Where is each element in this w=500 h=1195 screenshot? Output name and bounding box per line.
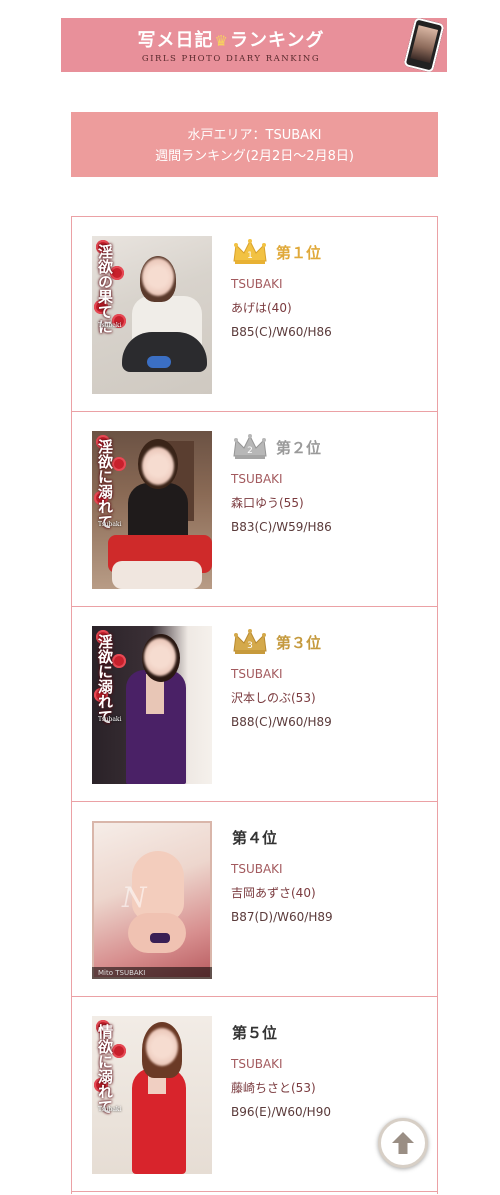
svg-text:1: 1 — [247, 251, 253, 261]
phone-icon — [403, 18, 445, 72]
rank-label: 3 第３位 — [232, 629, 322, 654]
shop-name[interactable]: TSUBAKI — [231, 662, 332, 686]
girl-name[interactable]: 沢本しのぶ(53) — [231, 686, 332, 710]
rank-text: 第４位 — [232, 828, 278, 847]
profile-photo[interactable]: 情欲に溺れて Tsubaki — [92, 1016, 212, 1174]
ranking-item-2[interactable]: 淫欲に溺れて Tsubaki 2 第２位 TSUBAKI 森口ゆう(55) B8… — [72, 412, 437, 607]
ranking-item-3[interactable]: 淫欲に溺れて Tsubaki 3 第３位 TSUBAKI 沢本しのぶ(53) B… — [72, 607, 437, 802]
ranking-item-4[interactable]: N Mito TSUBAKI 第４位 TSUBAKI 吉岡あずさ(40) B87… — [72, 802, 437, 997]
ranking-period: 週間ランキング(2月2日〜2月8日) — [155, 149, 354, 164]
photo-caption: 淫欲に溺れて — [96, 439, 114, 529]
girl-name[interactable]: 藤崎ちさと(53) — [231, 1076, 331, 1100]
photo-caption: 情欲に溺れて — [96, 1024, 114, 1114]
arrow-up-icon — [392, 1132, 414, 1154]
rank-label: 第５位 — [232, 1020, 277, 1044]
photo-caption: 淫欲の果てに — [96, 244, 114, 334]
svg-text:3: 3 — [247, 641, 253, 651]
rank-text: 第２位 — [276, 438, 322, 457]
ranking-item-1[interactable]: 淫欲の果てに Tsubaki 1 第１位 TSUBAKI あげは(40) B85… — [72, 217, 437, 412]
rank-text: 第３位 — [276, 633, 322, 652]
shop-name[interactable]: TSUBAKI — [231, 467, 332, 491]
svg-text:2: 2 — [247, 446, 253, 456]
area-title: 水戸エリア：TSUBAKI — [187, 128, 322, 143]
ranking-list: 淫欲の果てに Tsubaki 1 第１位 TSUBAKI あげは(40) B85… — [71, 216, 438, 1194]
profile-photo[interactable]: 淫欲に溺れて Tsubaki — [92, 626, 212, 784]
crown-icon: ♛ — [214, 32, 229, 50]
shop-name[interactable]: TSUBAKI — [231, 272, 332, 296]
banner-subtitle: GIRLS PHOTO DIARY RANKING — [141, 54, 321, 64]
photo-shop-mark: Tsubaki — [98, 521, 122, 528]
girl-name[interactable]: 吉岡あずさ(40) — [231, 881, 333, 905]
silver-crown-icon: 2 — [233, 434, 267, 459]
girl-meta: TSUBAKI 沢本しのぶ(53) B88(C)/W60/H89 — [231, 662, 332, 734]
girl-meta: TSUBAKI 森口ゆう(55) B83(C)/W59/H86 — [231, 467, 332, 539]
girl-name[interactable]: あげは(40) — [231, 296, 332, 320]
gold-crown-icon: 1 — [233, 239, 267, 264]
photo-shop-mark: Tsubaki — [98, 716, 122, 723]
banner-title: 写メ日記♛ランキング — [61, 26, 401, 52]
rank-text: 第１位 — [276, 243, 322, 262]
ranking-item-5[interactable]: 情欲に溺れて Tsubaki 第５位 TSUBAKI 藤崎ちさと(53) B96… — [72, 997, 437, 1192]
profile-photo[interactable]: 淫欲に溺れて Tsubaki — [92, 431, 212, 589]
girl-meta: TSUBAKI 吉岡あずさ(40) B87(D)/W60/H89 — [231, 857, 333, 929]
girl-size: B85(C)/W60/H86 — [231, 325, 332, 339]
shop-name[interactable]: TSUBAKI — [231, 1052, 331, 1076]
rank-label: 2 第２位 — [232, 434, 322, 459]
diary-ranking-banner[interactable]: 写メ日記♛ランキング GIRLS PHOTO DIARY RANKING — [61, 18, 447, 72]
scroll-top-button[interactable] — [378, 1118, 428, 1168]
rank-text: 第５位 — [232, 1023, 278, 1042]
profile-photo[interactable]: 淫欲の果てに Tsubaki — [92, 236, 212, 394]
photo-caption: 淫欲に溺れて — [96, 634, 114, 724]
girl-size: B83(C)/W59/H86 — [231, 520, 332, 534]
girl-name[interactable]: 森口ゆう(55) — [231, 491, 332, 515]
girl-size: B88(C)/W60/H89 — [231, 715, 332, 729]
girl-meta: TSUBAKI 藤崎ちさと(53) B96(E)/W60/H90 — [231, 1052, 331, 1124]
photo-shop-mark: Mito TSUBAKI — [92, 967, 212, 979]
rank-label: 第４位 — [232, 825, 277, 849]
shop-name[interactable]: TSUBAKI — [231, 857, 333, 881]
banner-title-ranking: ランキング — [229, 30, 325, 51]
girl-size: B87(D)/W60/H89 — [231, 910, 333, 924]
photo-shop-mark: Tsubaki — [98, 322, 122, 329]
bronze-crown-icon: 3 — [233, 629, 267, 654]
rank-label: 1 第１位 — [232, 239, 322, 264]
girl-meta: TSUBAKI あげは(40) B85(C)/W60/H86 — [231, 272, 332, 344]
area-ranking-header: 水戸エリア：TSUBAKI 週間ランキング(2月2日〜2月8日) — [71, 112, 438, 177]
photo-shop-mark: Tsubaki — [98, 1106, 122, 1113]
banner-title-main: 写メ日記 — [137, 30, 214, 51]
profile-photo[interactable]: N Mito TSUBAKI — [92, 821, 212, 979]
girl-size: B96(E)/W60/H90 — [231, 1105, 331, 1119]
